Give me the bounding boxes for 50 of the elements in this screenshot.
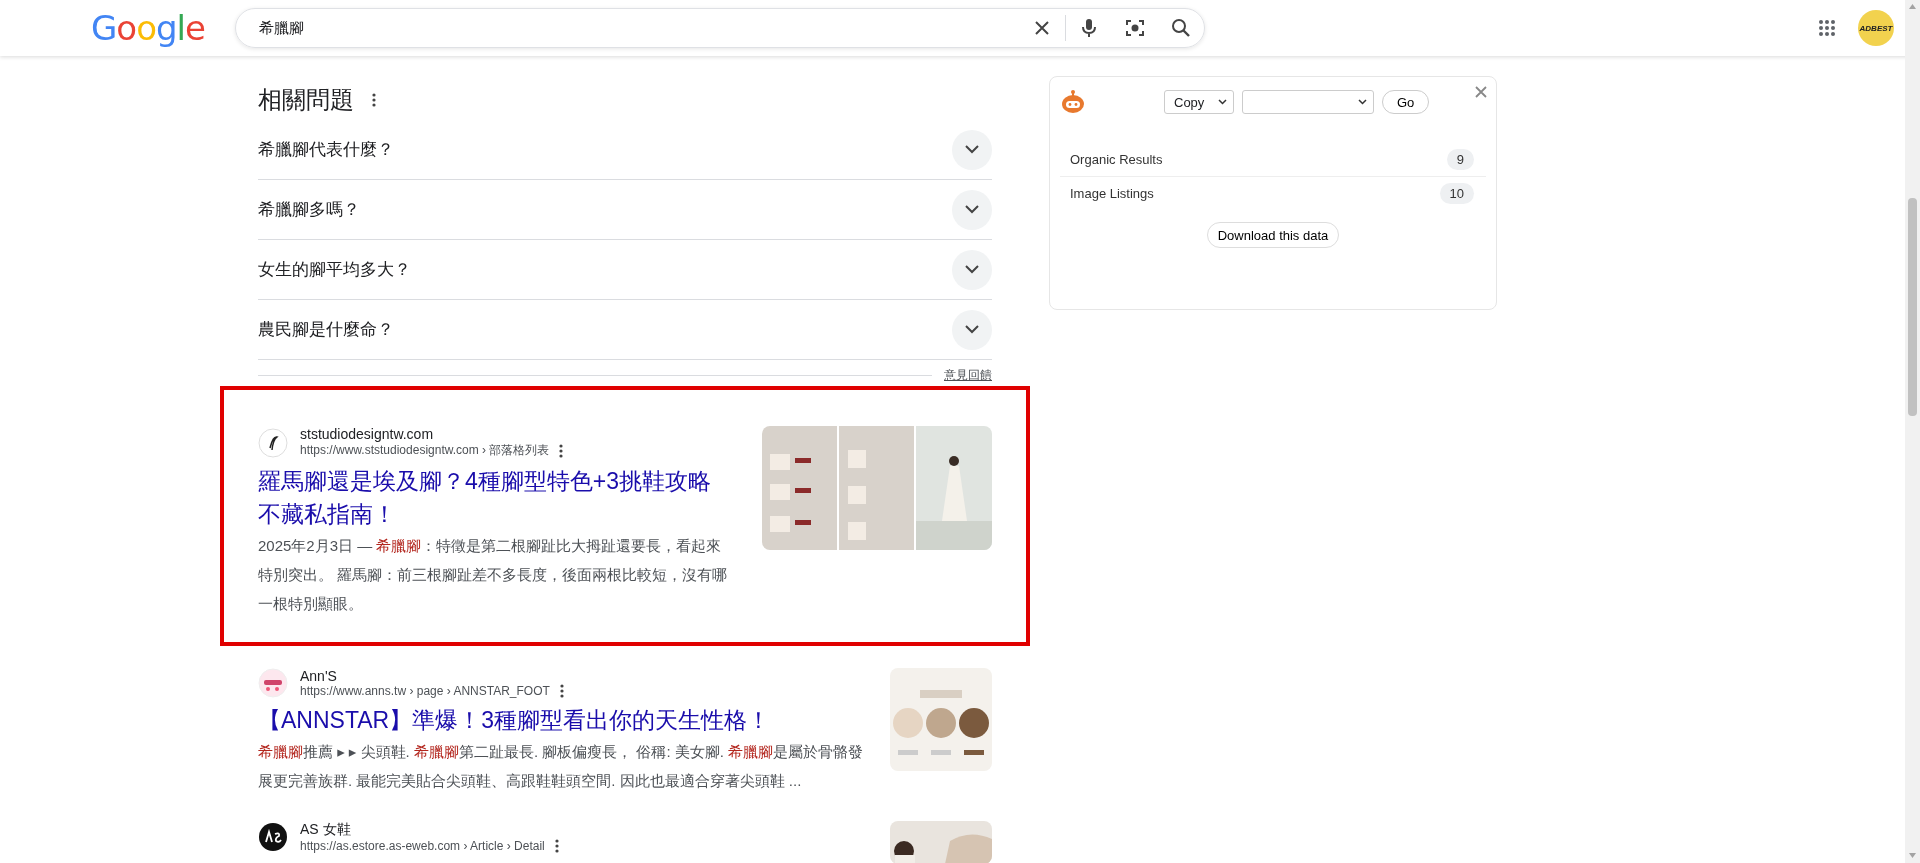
site-logo-icon [258,427,288,458]
chevron-down-icon [965,265,979,274]
question-item[interactable]: 農民腳是什麼命？ [258,300,992,360]
result-snippet: 2025年2月3日 — 希臘腳：特徵是第二根腳趾比大拇趾還要長，看起來特別突出。 羅馬腳：前三根腳趾差不多長度，後面兩根比較短，沒有哪一根特別顯眼。 [258,536,728,614]
count-badge: 10 [1439,183,1474,204]
site-name[interactable]: Ann'S [300,668,564,684]
download-button[interactable]: Download this data [1206,222,1340,248]
more-options-icon[interactable] [372,93,376,107]
expand-button[interactable] [952,129,992,170]
question-text: 希臘腳多嗎？ [258,199,360,221]
expand-button[interactable] [952,189,992,230]
result-title[interactable]: 羅馬腳還是埃及腳？4種腳型特色+3挑鞋攻略不藏私指南！ [258,465,728,531]
site-name[interactable]: ststudiodesigntw.com [300,426,564,442]
expand-button[interactable] [952,249,992,290]
account-avatar[interactable]: ADBEST [1858,10,1894,46]
search-field[interactable]: 希臘腳 [236,18,1019,38]
site-logo-icon [258,668,288,698]
site-name[interactable]: AS 女鞋 [300,821,559,839]
result-snippet: 希臘腳推薦 ▸ ▸ 尖頭鞋. 希臘腳第二趾最長. 腳板偏瘦長， 俗稱: 美女腳. 希臘腳是屬於骨骼發展更完善族群. 最能完美貼合尖頭鞋、高跟鞋鞋頭空間. 因此也最適合穿著尖頭鞋 ... [258,742,865,791]
chevron-down-icon [1358,99,1367,105]
expand-button[interactable] [952,309,992,350]
chevron-down-icon [965,145,979,154]
more-options-icon[interactable] [559,684,564,698]
result-url[interactable]: https://www.ststudiodesigntw.com › 部落格列表 [300,442,550,459]
site-logo-icon [258,822,288,852]
chevron-down-icon [1218,99,1227,105]
question-item[interactable]: 希臘腳代表什麼？ [258,120,992,180]
more-options-icon[interactable] [559,443,564,458]
section-title: 相關問題 [258,85,354,115]
chevron-down-icon [965,205,979,214]
result-url[interactable]: https://www.anns.tw › page › ANNSTAR_FOOT [300,684,550,698]
action-select[interactable]: Copy [1164,90,1234,114]
result-url[interactable]: https://as.estore.as-eweb.com › Article › Detail [300,839,545,853]
question-item[interactable]: 女生的腳平均多大？ [258,240,992,300]
result-type-label: Organic Results [1070,152,1163,167]
robot-icon [1060,89,1086,115]
apps-grid-icon[interactable] [1818,19,1836,37]
question-text: 女生的腳平均多大？ [258,259,411,281]
question-text: 希臘腳代表什麼？ [258,139,394,161]
close-icon[interactable] [1474,85,1488,99]
result-type-label: Image Listings [1070,186,1154,201]
chevron-down-icon [965,325,979,334]
google-logo[interactable]: Google [91,8,211,48]
result-title[interactable]: 【ANNSTAR】準爆！3種腳型看出你的天生性格！ [258,704,870,737]
go-button[interactable]: Go [1382,90,1430,114]
count-badge: 9 [1446,149,1474,170]
question-text: 農民腳是什麼命？ [258,319,394,341]
question-item[interactable]: 希臘腳多嗎？ [258,180,992,240]
more-options-icon[interactable] [554,839,559,853]
feedback-link[interactable]: 意見回饋 [944,366,992,384]
